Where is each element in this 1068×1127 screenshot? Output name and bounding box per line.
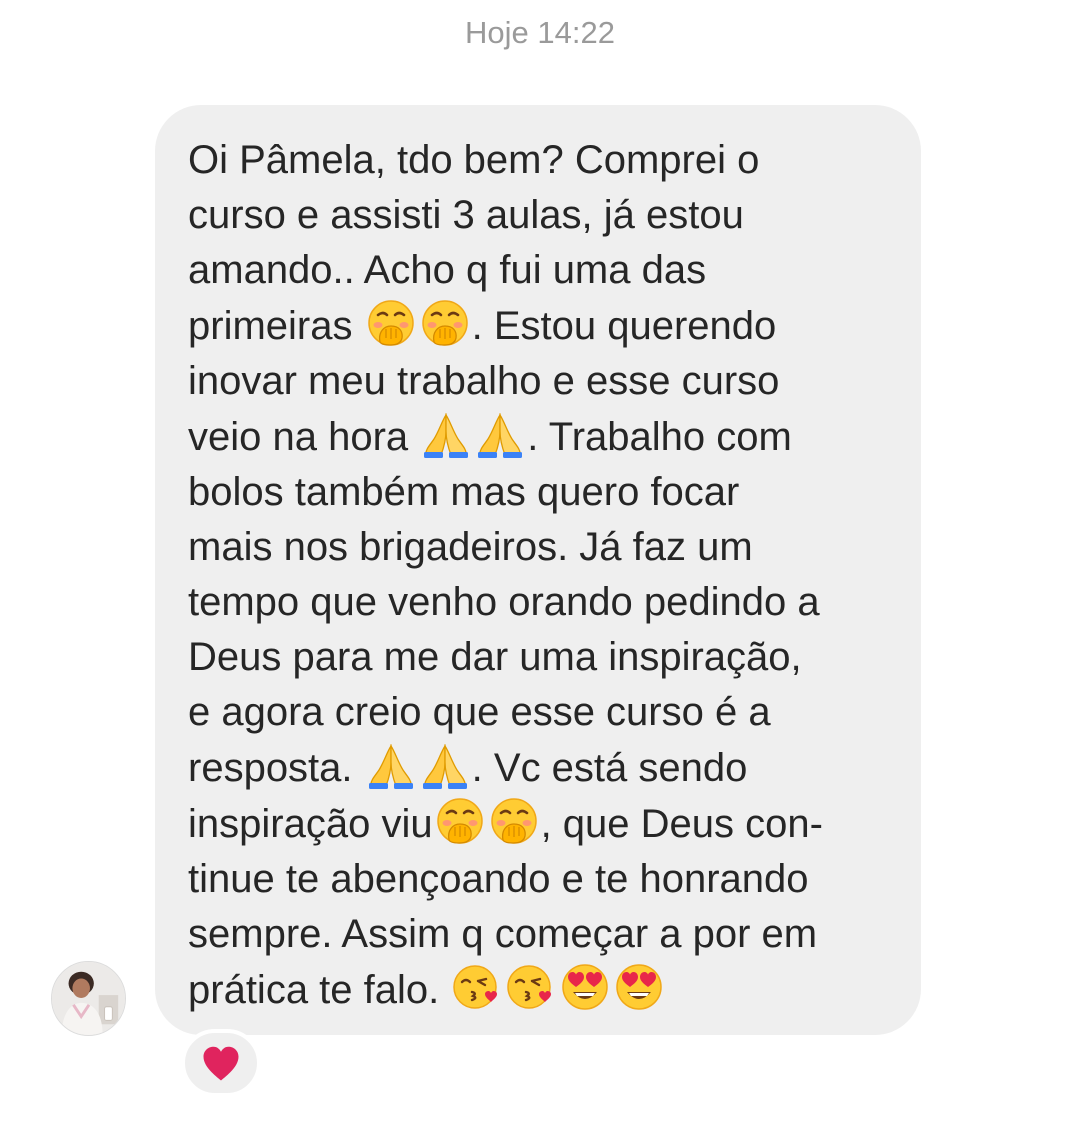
folded-hands-emoji (366, 740, 416, 790)
folded-hands-emoji (420, 740, 470, 790)
message-text-segment: curso e assisti 3 aulas, já estou (188, 193, 744, 237)
message-text-segment: tempo que venho orando pedindo a (188, 580, 820, 624)
message-line: bolos também mas quero focar (188, 465, 908, 520)
heart-eyes-emoji (614, 962, 664, 1012)
message-line: veio na hora . Trabalho com (188, 409, 908, 465)
message-text: Oi Pâmela, tdo bem? Comprei o curso e ass… (188, 133, 908, 1018)
avatar-photo (52, 962, 125, 1035)
message-line: mais nos brigadeiros. Já faz um (188, 520, 908, 575)
message-text-segment: bolos também mas quero focar (188, 470, 740, 514)
message-line: inspiração viu , que Deus con- (188, 796, 908, 852)
message-line: Deus para me dar uma inspiração, (188, 630, 908, 685)
sender-avatar[interactable] (51, 961, 126, 1036)
hand-over-mouth-emoji (489, 796, 539, 846)
heart-reaction-icon (203, 1046, 239, 1081)
dm-conversation: Hoje 14:22 Oi Pâmela, tdo bem? Comprei o… (0, 0, 1068, 1127)
message-text-segment: , que Deus con- (540, 802, 823, 846)
heart-reaction[interactable] (181, 1029, 261, 1097)
folded-hands-emoji (421, 409, 471, 459)
heart-eyes-emoji (560, 962, 610, 1012)
message-text-segment: inspiração viu (188, 802, 433, 846)
message-text-segment: primeiras (188, 304, 364, 348)
message-text-segment: veio na hora (188, 415, 420, 459)
message-line: primeiras . Estou querendo (188, 298, 908, 354)
message-line: Oi Pâmela, tdo bem? Comprei o (188, 133, 908, 188)
message-line: curso e assisti 3 aulas, já estou (188, 188, 908, 243)
message-text-segment: . Vc está sendo (471, 746, 748, 790)
hand-over-mouth-emoji (366, 298, 416, 348)
message-line: e agora creio que esse curso é a (188, 685, 908, 740)
message-text-segment: Oi Pâmela, tdo bem? Comprei o (188, 138, 760, 182)
message-line: inovar meu trabalho e esse curso (188, 354, 908, 409)
message-line: prática te falo. (188, 962, 908, 1018)
hand-over-mouth-emoji (435, 796, 485, 846)
message-text-segment: e agora creio que esse curso é a (188, 690, 771, 734)
message-text-segment: . Trabalho com (527, 415, 792, 459)
message-line: amando.. Acho q fui uma das (188, 243, 908, 298)
message-text-segment: sempre. Assim q começar a por em (188, 912, 818, 956)
message-text-segment: resposta. (188, 746, 364, 790)
message-line: resposta. . Vc está sendo (188, 740, 908, 796)
folded-hands-emoji (475, 409, 525, 459)
message-timestamp: Hoje 14:22 (465, 15, 615, 50)
message-text-segment: amando.. Acho q fui uma das (188, 248, 707, 292)
message-text-segment: Deus para me dar uma inspiração, (188, 635, 802, 679)
message-text-segment: . Estou querendo (471, 304, 777, 348)
message-text-segment: prática te falo. (188, 968, 451, 1012)
face-blowing-kiss-emoji (506, 962, 556, 1012)
message-line: sempre. Assim q começar a por em (188, 907, 908, 962)
face-blowing-kiss-emoji (452, 962, 502, 1012)
hand-over-mouth-emoji (420, 298, 470, 348)
message-text-segment: tinue te abençoando e te honrando (188, 857, 809, 901)
message-text-segment: inovar meu trabalho e esse curso (188, 359, 780, 403)
message-text-segment: mais nos brigadeiros. Já faz um (188, 525, 753, 569)
message-line: tinue te abençoando e te honrando (188, 852, 908, 907)
message-line: tempo que venho orando pedindo a (188, 575, 908, 630)
